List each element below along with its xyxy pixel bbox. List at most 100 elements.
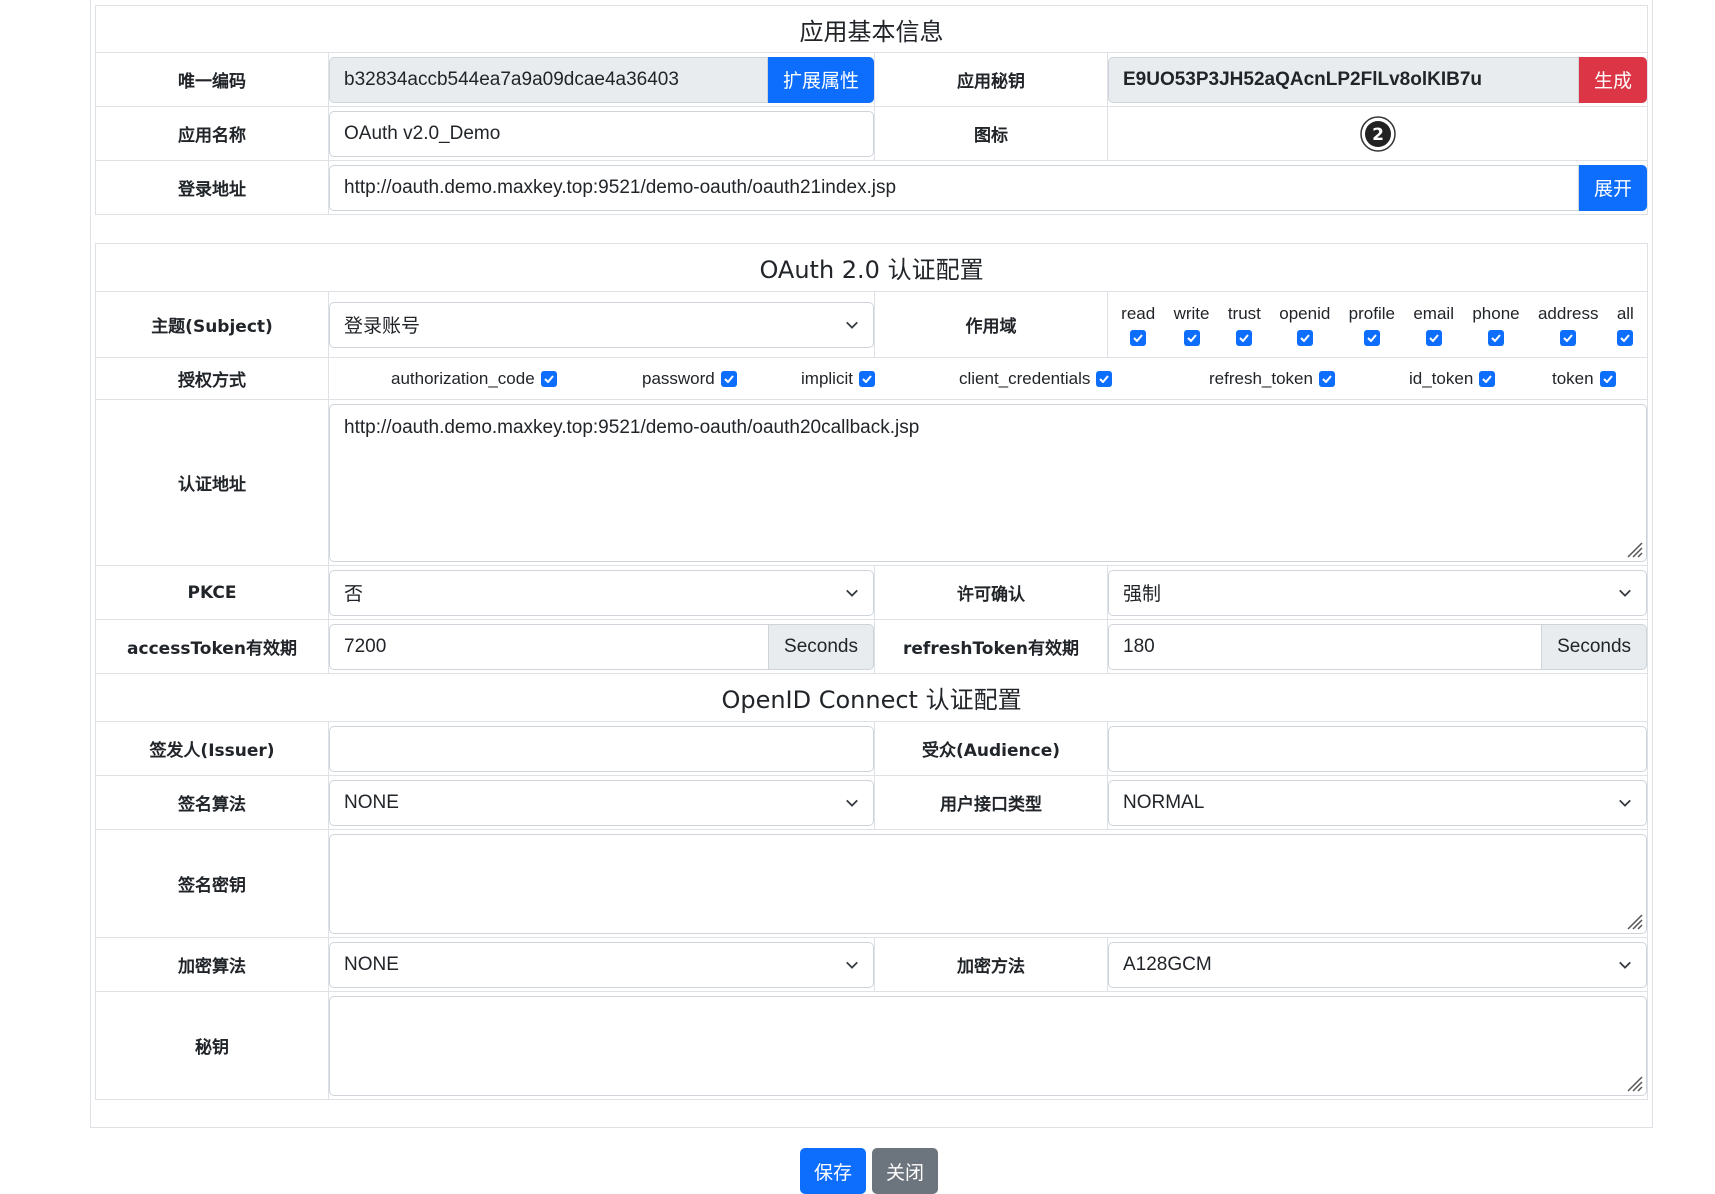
access-token-validity-input[interactable]: 7200 <box>329 623 770 670</box>
scope-address[interactable]: address <box>1538 304 1598 346</box>
audience-label: 受众(Audience) <box>874 721 1108 776</box>
section-title-oauth: OAuth 2.0 认证配置 <box>94 243 1649 292</box>
scope-write[interactable]: write <box>1174 304 1209 346</box>
refresh-token-unit-addon: Seconds <box>1542 623 1648 670</box>
userinfo-type-select[interactable]: NORMAL <box>1108 779 1648 826</box>
checkbox-checked-icon[interactable] <box>858 370 875 387</box>
resize-grip-icon[interactable] <box>1622 1071 1644 1093</box>
scope-trust[interactable]: trust <box>1228 304 1261 346</box>
checkbox-checked-icon[interactable] <box>1318 370 1335 387</box>
redirect-uri-label: 认证地址 <box>95 399 329 566</box>
access-token-unit-addon: Seconds <box>769 623 874 670</box>
approval-label: 许可确认 <box>874 565 1108 620</box>
checkbox-checked-icon[interactable] <box>1479 370 1496 387</box>
grant-client-credentials[interactable]: client_credentials <box>959 369 1113 389</box>
checkbox-checked-icon[interactable] <box>1560 329 1577 346</box>
grant-password[interactable]: password <box>642 369 737 389</box>
grant-type-checkbox-group: authorization_code password implicit cli… <box>329 359 1647 399</box>
section-title-oidc: OpenID Connect 认证配置 <box>94 673 1649 722</box>
pkce-label: PKCE <box>95 565 329 620</box>
encrypt-algorithm-value: NONE <box>344 953 399 975</box>
scope-read[interactable]: read <box>1121 304 1155 346</box>
approval-select-value: 强制 <box>1123 584 1162 605</box>
app-secret-input[interactable]: E9UO53P3JH52aQAcnLP2FlLv8olKIB7u <box>1108 56 1579 103</box>
grant-refresh-token[interactable]: refresh_token <box>1209 369 1335 389</box>
subject-label: 主题(Subject) <box>95 291 329 358</box>
chevron-down-icon <box>846 961 858 969</box>
resize-grip-icon[interactable] <box>1622 537 1644 559</box>
chevron-down-icon <box>846 589 858 597</box>
grant-id-token[interactable]: id_token <box>1409 369 1496 389</box>
expand-button[interactable]: 展开 <box>1578 164 1647 211</box>
scope-checkbox-group: read write trust openid profile email ph… <box>1108 294 1647 356</box>
encrypt-method-label: 加密方法 <box>874 937 1108 992</box>
grant-type-label: 授权方式 <box>95 357 329 400</box>
issuer-label: 签发人(Issuer) <box>95 721 329 776</box>
section-title-basic: 应用基本信息 <box>95 5 1648 53</box>
oauth2-logo-icon: 2 <box>1359 115 1396 152</box>
refresh-token-validity-input[interactable]: 180 <box>1108 623 1543 670</box>
chevron-down-icon <box>846 799 858 807</box>
sign-algorithm-label: 签名算法 <box>95 775 329 830</box>
scope-label: 作用域 <box>874 291 1108 358</box>
pkce-select[interactable]: 否 <box>329 569 874 616</box>
checkbox-checked-icon[interactable] <box>1096 370 1113 387</box>
secret-key-textarea[interactable] <box>329 995 1648 1096</box>
checkbox-checked-icon[interactable] <box>1363 329 1380 346</box>
app-name-label: 应用名称 <box>95 106 329 161</box>
pkce-select-value: 否 <box>344 584 364 605</box>
login-url-input[interactable]: http://oauth.demo.maxkey.top:9521/demo-o… <box>329 164 1579 211</box>
grant-authorization-code[interactable]: authorization_code <box>391 369 557 389</box>
scope-profile[interactable]: profile <box>1349 304 1395 346</box>
secret-key-label: 秘钥 <box>95 991 329 1100</box>
grant-implicit[interactable]: implicit <box>801 369 875 389</box>
encrypt-method-select[interactable]: A128GCM <box>1108 941 1648 988</box>
close-button[interactable]: 关闭 <box>872 1148 939 1194</box>
unique-code-input[interactable]: b32834accb544ea7a9a09dcae4a36403 <box>329 56 768 103</box>
checkbox-checked-icon[interactable] <box>540 370 557 387</box>
scope-all[interactable]: all <box>1617 304 1634 346</box>
sign-key-label: 签名密钥 <box>95 829 329 938</box>
chevron-down-icon <box>1619 799 1631 807</box>
app-secret-label: 应用秘钥 <box>874 52 1108 107</box>
encrypt-algorithm-select[interactable]: NONE <box>329 941 874 988</box>
login-url-label: 登录地址 <box>95 160 329 215</box>
scope-phone[interactable]: phone <box>1472 304 1520 346</box>
redirect-uri-textarea[interactable]: http://oauth.demo.maxkey.top:9521/demo-o… <box>329 403 1648 562</box>
resize-grip-icon[interactable] <box>1622 909 1644 931</box>
checkbox-checked-icon[interactable] <box>1617 329 1634 346</box>
sign-algorithm-select[interactable]: NONE <box>329 779 874 826</box>
subject-select-value: 登录账号 <box>344 316 421 337</box>
svg-text:2: 2 <box>1372 125 1384 145</box>
app-name-input[interactable]: OAuth v2.0_Demo <box>329 110 874 157</box>
scope-email[interactable]: email <box>1413 304 1454 346</box>
extend-attributes-button[interactable]: 扩展属性 <box>767 56 874 103</box>
save-button[interactable]: 保存 <box>800 1148 867 1194</box>
grant-token[interactable]: token <box>1552 369 1616 389</box>
userinfo-type-value: NORMAL <box>1123 791 1205 813</box>
checkbox-checked-icon[interactable] <box>1236 329 1253 346</box>
issuer-input[interactable] <box>329 725 874 772</box>
userinfo-type-label: 用户接口类型 <box>874 775 1108 830</box>
approval-select[interactable]: 强制 <box>1108 569 1648 616</box>
chevron-down-icon <box>846 321 858 329</box>
checkbox-checked-icon[interactable] <box>1296 329 1313 346</box>
checkbox-checked-icon[interactable] <box>1599 370 1616 387</box>
icon-label: 图标 <box>874 106 1108 161</box>
chevron-down-icon <box>1619 589 1631 597</box>
subject-select[interactable]: 登录账号 <box>329 301 874 348</box>
oauth-config-table: OAuth 2.0 认证配置 主题(Subject) 登录账号 作用域 read… <box>94 243 1649 1100</box>
checkbox-checked-icon[interactable] <box>720 370 737 387</box>
chevron-down-icon <box>1619 961 1631 969</box>
checkbox-checked-icon[interactable] <box>1425 329 1442 346</box>
scope-openid[interactable]: openid <box>1279 304 1330 346</box>
access-token-validity-label: accessToken有效期 <box>95 619 329 674</box>
unique-code-label: 唯一编码 <box>95 52 329 107</box>
checkbox-checked-icon[interactable] <box>1130 329 1147 346</box>
audience-input[interactable] <box>1108 725 1648 772</box>
sign-key-textarea[interactable] <box>329 833 1648 934</box>
checkbox-checked-icon[interactable] <box>1183 329 1200 346</box>
refresh-token-validity-label: refreshToken有效期 <box>874 619 1108 674</box>
checkbox-checked-icon[interactable] <box>1487 329 1504 346</box>
generate-secret-button[interactable]: 生成 <box>1578 56 1647 103</box>
